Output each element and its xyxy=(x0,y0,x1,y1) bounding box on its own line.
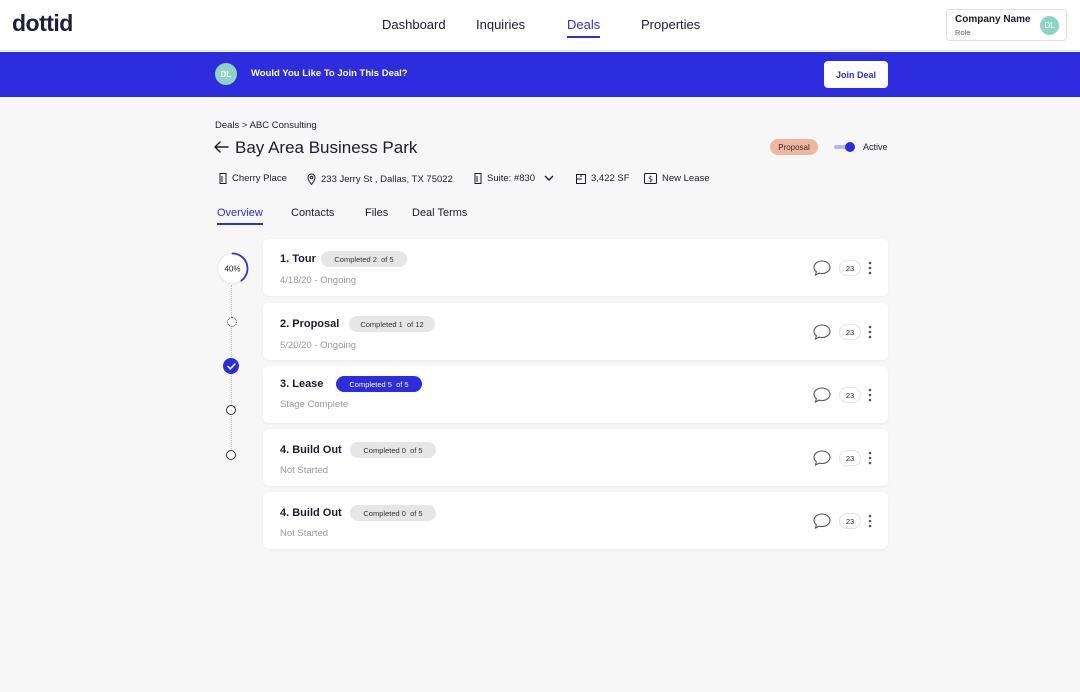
join-deal-button[interactable]: Join Deal xyxy=(824,61,888,88)
comment-count: 23 xyxy=(840,388,860,402)
comment-count: 23 xyxy=(840,514,860,528)
suite-icon xyxy=(474,173,482,184)
company-name: Company Name xyxy=(955,14,1031,25)
more-options-icon[interactable] xyxy=(867,450,873,471)
more-options-icon[interactable] xyxy=(867,324,873,345)
active-toggle[interactable] xyxy=(834,141,856,153)
stage-name: 4. Build Out xyxy=(280,507,342,519)
tab-overview[interactable]: Overview xyxy=(217,207,263,225)
tab-files[interactable]: Files xyxy=(365,207,388,219)
progress-ring: 40% xyxy=(216,252,249,285)
tab-contacts[interactable]: Contacts xyxy=(291,207,334,219)
breadcrumb[interactable]: Deals > ABC Consulting xyxy=(215,120,317,131)
comment-icon[interactable] xyxy=(813,260,831,281)
step-marker-2 xyxy=(227,317,237,327)
meta-area: 3,422 SF xyxy=(576,173,630,184)
stage-name: 3. Lease xyxy=(280,378,324,390)
address-text: 233 Jerry St , Dallas, TX 75022 xyxy=(321,173,453,185)
step-marker-5 xyxy=(226,450,236,460)
lease-type-text: New Lease xyxy=(662,173,710,184)
tab-deal-terms[interactable]: Deal Terms xyxy=(412,207,467,219)
building-icon xyxy=(219,173,227,184)
more-options-icon[interactable] xyxy=(867,513,873,534)
stage-subtitle: Stage Complete xyxy=(280,399,349,410)
top-navbar: dottid Dashboard Inquiries Deals Propert… xyxy=(0,0,1080,51)
step-complete-marker xyxy=(223,358,239,374)
nav-dashboard[interactable]: Dashboard xyxy=(382,17,446,32)
comment-count: 23 xyxy=(840,261,860,275)
stage-progress-badge: Completed 0 of 5 xyxy=(350,442,436,458)
more-options-icon[interactable] xyxy=(867,387,873,408)
stage-card[interactable]: 2. Proposal Completed 1 of 12 5/20/20 - … xyxy=(263,303,888,360)
stage-subtitle: 5/20/20 - Ongoing xyxy=(280,340,357,351)
stage-progress-badge: Completed 1 of 12 xyxy=(349,316,435,332)
banner-message: Would You Like To Join This Deal? xyxy=(251,68,408,79)
building-name: Cherry Place xyxy=(232,173,287,184)
nav-deals[interactable]: Deals xyxy=(567,17,601,38)
stage-subtitle: 4/18/20 - Ongoing xyxy=(280,275,357,286)
stage-name: 2. Proposal xyxy=(280,318,340,330)
comment-count: 23 xyxy=(840,451,860,465)
toggle-label: Active xyxy=(863,142,888,152)
comment-icon[interactable] xyxy=(813,324,831,345)
progress-label: 40% xyxy=(224,265,240,274)
stage-card[interactable]: 3. Lease Completed 5 of 5 Stage Complete… xyxy=(263,366,888,423)
stage-progress-badge: Completed 0 of 5 xyxy=(350,505,436,521)
meta-lease: $ New Lease xyxy=(644,173,710,184)
status-badge: Proposal xyxy=(770,139,818,155)
join-deal-banner: DL Would You Like To Join This Deal? Joi… xyxy=(0,52,1080,97)
nav-inquiries[interactable]: Inquiries xyxy=(476,17,525,32)
floorplan-icon xyxy=(576,173,586,184)
account-role: Role xyxy=(955,28,971,37)
account-menu[interactable]: Company Name Role DL xyxy=(946,9,1067,41)
stage-card[interactable]: 1. Tour Completed 2 of 5 4/18/20 - Ongoi… xyxy=(263,239,888,296)
meta-building: Cherry Place xyxy=(219,173,287,184)
step-marker-4 xyxy=(226,405,236,415)
meta-suite[interactable]: Suite: #830 xyxy=(474,173,554,184)
stage-progress-badge: Completed 2 of 5 xyxy=(321,251,407,267)
comment-icon[interactable] xyxy=(813,387,831,408)
avatar: DL xyxy=(1040,16,1059,35)
more-options-icon[interactable] xyxy=(867,260,873,281)
logo[interactable]: dottid xyxy=(12,10,73,37)
nav-properties[interactable]: Properties xyxy=(641,17,700,32)
location-pin-icon xyxy=(307,173,316,185)
svg-text:$: $ xyxy=(648,175,653,184)
stage-name: 1. Tour xyxy=(280,253,316,265)
stage-subtitle: Not Started xyxy=(280,528,329,539)
stage-name: 4. Build Out xyxy=(280,444,342,456)
toggle-knob xyxy=(845,142,855,152)
stage-subtitle: Not Started xyxy=(280,465,329,476)
comment-count: 23 xyxy=(840,325,860,339)
lease-icon: $ xyxy=(644,173,657,184)
area-text: 3,422 SF xyxy=(591,173,630,184)
stage-card[interactable]: 4. Build Out Completed 0 of 5 Not Starte… xyxy=(263,492,888,549)
stage-progress-badge: Completed 5 of 5 xyxy=(336,376,422,392)
comment-icon[interactable] xyxy=(813,513,831,534)
back-arrow-icon[interactable] xyxy=(213,140,229,159)
comment-icon[interactable] xyxy=(813,450,831,471)
suite-text: Suite: #830 xyxy=(487,173,536,184)
stage-card[interactable]: 4. Build Out Completed 0 of 5 Not Starte… xyxy=(263,429,888,486)
chevron-down-icon[interactable] xyxy=(544,175,554,182)
page-title: Bay Area Business Park xyxy=(235,138,418,157)
meta-address: 233 Jerry St , Dallas, TX 75022 xyxy=(307,173,453,185)
check-icon xyxy=(226,357,236,375)
banner-avatar: DL xyxy=(215,63,237,85)
